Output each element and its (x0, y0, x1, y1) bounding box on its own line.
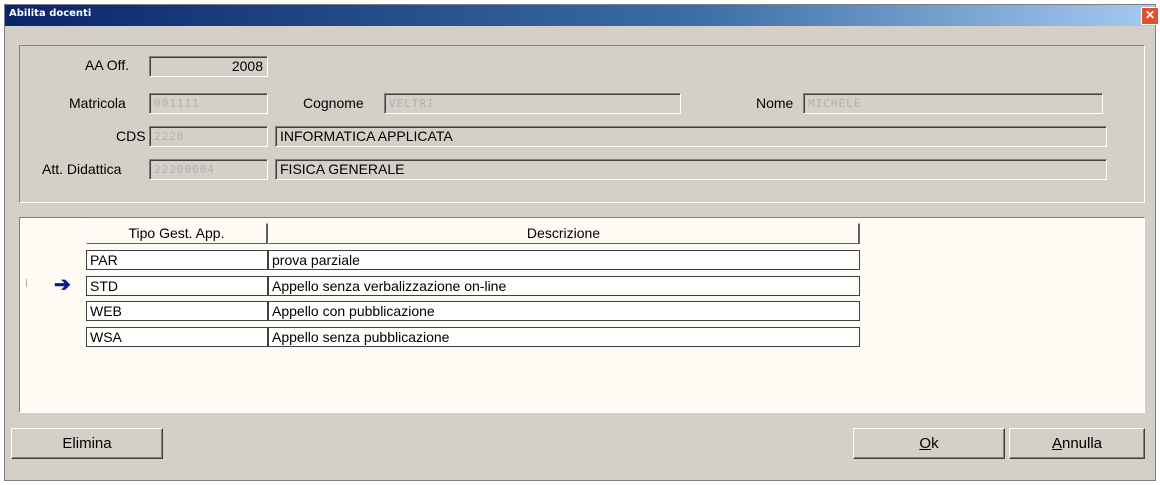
close-icon[interactable]: ✕ (1141, 7, 1159, 25)
dialog-window: Abilita docenti ✕ AA Off. 2008 Matricola… (4, 4, 1159, 481)
matricola-label: Matricola (69, 95, 126, 111)
window-title: Abilita docenti (9, 8, 92, 19)
grid-cell-descrizione[interactable]: Appello senza verbalizzazione on-line (268, 276, 860, 296)
annulla-button[interactable]: Annulla (1009, 428, 1145, 459)
grid-cell-descrizione[interactable]: prova parziale (268, 250, 860, 270)
att-didattica-code-field[interactable]: 22200004 (149, 159, 268, 180)
ok-button-label: k (931, 435, 939, 452)
cds-label: CDS (116, 128, 146, 144)
cognome-field[interactable]: VELTRI (384, 93, 681, 114)
column-header-descrizione[interactable]: Descrizione (268, 223, 860, 244)
nome-field[interactable]: MICHELE (803, 93, 1103, 114)
att-didattica-description-field: FISICA GENERALE (275, 159, 1107, 180)
cognome-label: Cognome (303, 95, 364, 111)
header-form-panel: AA Off. 2008 Matricola 001111 Cognome VE… (19, 45, 1145, 203)
aa-off-field[interactable]: 2008 (149, 56, 268, 77)
grid-cell-descrizione[interactable]: Appello senza pubblicazione (268, 327, 860, 347)
current-row-arrow-icon: ➔ (54, 274, 71, 296)
annulla-button-label: nnulla (1061, 435, 1103, 452)
row-indicator-marker (26, 279, 27, 287)
grid-cell-tipo[interactable]: WEB (86, 301, 268, 321)
ok-button-mnemonic: O (919, 435, 932, 452)
elimina-button[interactable]: Elimina (11, 428, 163, 459)
annulla-button-mnemonic: A (1051, 435, 1062, 452)
column-header-tipo[interactable]: Tipo Gest. App. (86, 223, 268, 244)
cds-code-field[interactable]: 2220 (149, 126, 268, 147)
grid-cell-descrizione[interactable]: Appello con pubblicazione (268, 301, 860, 321)
grid-cell-tipo[interactable]: STD (86, 276, 268, 296)
cds-description-field: INFORMATICA APPLICATA (275, 126, 1107, 147)
grid-cell-tipo[interactable]: PAR (86, 250, 268, 270)
att-didattica-label: Att. Didattica (42, 161, 122, 177)
title-bar[interactable]: Abilita docenti ✕ (5, 5, 1159, 26)
nome-label: Nome (756, 95, 794, 111)
aa-off-label: AA Off. (85, 57, 130, 73)
grid-cell-tipo[interactable]: WSA (86, 327, 268, 347)
gestione-appelli-grid: Tipo Gest. App. Descrizione PAR prova pa… (19, 217, 1145, 413)
ok-button[interactable]: Ok (853, 428, 1005, 459)
matricola-field[interactable]: 001111 (149, 93, 268, 114)
